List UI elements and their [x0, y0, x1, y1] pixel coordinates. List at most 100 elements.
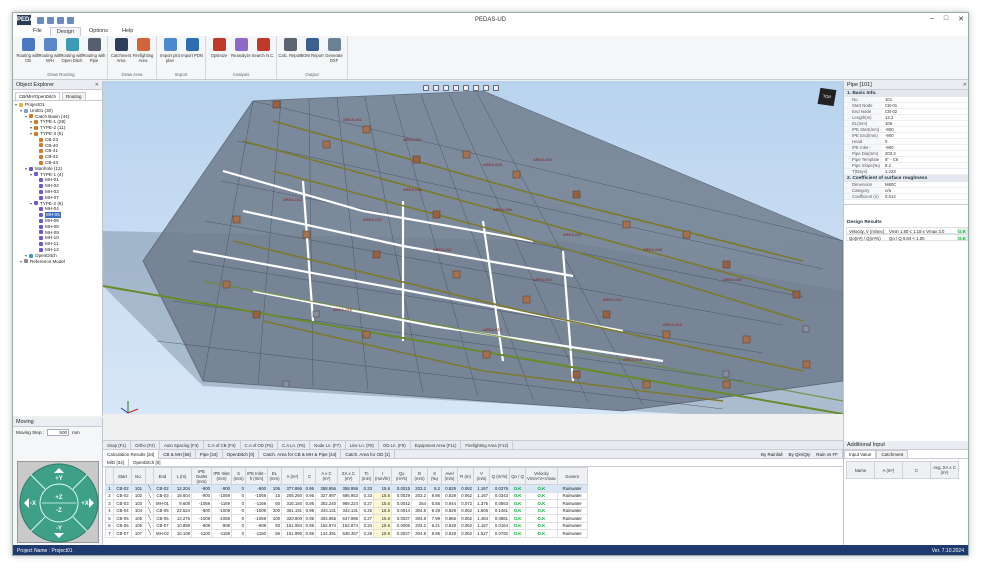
- results-tab[interactable]: Catch. Area for OD [1]: [341, 449, 395, 459]
- column-header[interactable]: S (mm): [231, 467, 246, 485]
- catch-basin[interactable]: [802, 360, 811, 369]
- table-row[interactable]: 5 CB-05 105 ╲ CB-06 13.276 -1009 -1059 0 -1059 100…: [105, 514, 588, 523]
- column-header[interactable]: V (m/s): [473, 467, 491, 485]
- move-zup-button[interactable]: +Z: [55, 495, 63, 501]
- column-header[interactable]: IPE Outlet (mm): [191, 467, 212, 485]
- column-header[interactable]: Avg. ΣA x C (m²): [930, 461, 959, 479]
- generate-dxf-button[interactable]: Generate DXF: [323, 36, 345, 71]
- close-icon[interactable]: ✕: [958, 15, 964, 23]
- column-header[interactable]: Govern: [556, 467, 588, 485]
- zoom-icon[interactable]: [423, 85, 429, 91]
- results-tab[interactable]: Pipe [34]: [196, 449, 223, 459]
- catch-basin[interactable]: [452, 270, 461, 279]
- menu-tab-help[interactable]: Help: [116, 27, 139, 36]
- 3d-scene[interactable]: AREA-001 AREA-002 AREA-003 AREA-004 AREA-005…: [103, 81, 843, 414]
- column-header[interactable]: R (m): [457, 467, 475, 485]
- table-row[interactable]: 1 CB-02 101 ╲ CB-02 12.204 -900 -900 0 -900 106 377…: [105, 484, 588, 493]
- column-header[interactable]: IPE Inlet - h (mm): [245, 467, 268, 485]
- property-value[interactable]: CB-02: [882, 109, 968, 114]
- reanalyze-button[interactable]: Reanalyze: [230, 36, 252, 71]
- table-row[interactable]: 3 CB-03 103 ╲ MH-01 9.608 -1059 -1169 0 -1169 50 31…: [105, 499, 588, 508]
- catch-basin[interactable]: [722, 260, 731, 269]
- catch-basin[interactable]: [362, 330, 371, 339]
- fit-icon[interactable]: [453, 85, 459, 91]
- column-header[interactable]: [145, 467, 154, 485]
- catch-basin[interactable]: [412, 155, 421, 164]
- view-toggle-tab[interactable]: Equipment Area (F11): [411, 441, 462, 449]
- column-header[interactable]: [105, 467, 114, 485]
- property-section-header[interactable]: 2. Coefficient of surface roughness: [844, 175, 968, 182]
- catch-basin[interactable]: [742, 335, 751, 344]
- pin-icon[interactable]: ✕: [95, 81, 99, 90]
- column-header[interactable]: No.: [131, 467, 146, 485]
- manhole[interactable]: [312, 310, 320, 318]
- moving-step-input[interactable]: 500: [47, 429, 70, 436]
- property-value[interactable]: 8" - C6: [882, 157, 968, 162]
- rotate-icon[interactable]: [443, 85, 449, 91]
- catch-basin[interactable]: [572, 190, 581, 199]
- catch-basin[interactable]: [522, 295, 531, 304]
- catch-basin[interactable]: [322, 140, 331, 149]
- save-icon[interactable]: [57, 16, 64, 24]
- view-iso-icon[interactable]: [473, 85, 479, 91]
- column-header[interactable]: End: [153, 467, 172, 485]
- routing-pipe-button[interactable]: Routing with Pipe: [82, 36, 106, 71]
- view-toggle-tab[interactable]: C.A of CB (F4): [204, 441, 241, 449]
- property-value[interactable]: CB-01: [882, 103, 968, 108]
- property-value[interactable]: n/a: [882, 188, 968, 193]
- catch-basin[interactable]: [572, 370, 581, 379]
- view-toggle-tab[interactable]: Firefighting Area (F12): [461, 441, 514, 449]
- catch-basin[interactable]: [462, 150, 471, 159]
- column-header[interactable]: C: [902, 461, 931, 479]
- manhole[interactable]: [802, 325, 810, 333]
- property-section-header[interactable]: 1. Basic Info.: [844, 90, 968, 97]
- catch-basin[interactable]: [482, 350, 491, 359]
- catch-basin[interactable]: [362, 125, 371, 134]
- property-value[interactable]: 1.223: [882, 169, 968, 174]
- move-left-button[interactable]: -X: [30, 501, 36, 507]
- property-value[interactable]: 203.2: [882, 151, 968, 156]
- column-header[interactable]: Q (m³/s): [489, 467, 511, 485]
- view-toggle-tab[interactable]: Line Ln. (F8): [346, 441, 379, 449]
- column-header[interactable]: L (m): [171, 467, 192, 485]
- view-toggle-tab[interactable]: Snap (F1): [103, 441, 132, 449]
- catch-basin[interactable]: [602, 310, 611, 319]
- table-row[interactable]: 4 CB-04 104 ╲ CB-05 22.524 -800 -1009 0 -1009 200 3…: [105, 506, 588, 515]
- additional-input-tab[interactable]: Input Value: [844, 450, 877, 458]
- results-tab[interactable]: CB & MH [56]: [159, 449, 196, 459]
- routing-cb-button[interactable]: Routing with CB: [16, 36, 40, 71]
- manhole[interactable]: [722, 370, 730, 378]
- catch-basin[interactable]: [302, 230, 311, 239]
- property-value[interactable]: 106: [882, 121, 968, 126]
- menu-tab-options[interactable]: Options: [83, 27, 114, 36]
- column-header[interactable]: A (m²): [281, 467, 304, 485]
- results-tab[interactable]: OpenDitch [0]: [223, 449, 260, 459]
- column-header[interactable]: ΣA x C (m²): [337, 467, 360, 485]
- property-value[interactable]: M60C: [882, 182, 968, 187]
- settings-icon[interactable]: [493, 85, 499, 91]
- move-up-button[interactable]: +Y: [55, 476, 63, 482]
- calc-report-button[interactable]: Calc. Report: [278, 36, 302, 71]
- firefighting-button[interactable]: Firefighting Area: [132, 36, 154, 71]
- catch-basin[interactable]: [432, 210, 441, 219]
- column-header[interactable]: S (‰): [427, 467, 443, 485]
- import-plot-button[interactable]: Import plot plan: [159, 36, 181, 71]
- view-toggle-tab[interactable]: Auto Spacing (F3): [160, 441, 204, 449]
- routing-ditch-button[interactable]: Routing with Open Ditch: [60, 36, 84, 71]
- catch-basin[interactable]: [372, 250, 381, 259]
- 3d-viewport[interactable]: AREA-001 AREA-002 AREA-003 AREA-004 AREA-005…: [103, 81, 843, 414]
- move-down-button[interactable]: -Y: [56, 526, 62, 532]
- move-right-button[interactable]: +X: [81, 501, 89, 507]
- column-header[interactable]: A x C (m²): [315, 467, 338, 485]
- column-header[interactable]: EL (mm): [267, 467, 282, 485]
- pan-icon[interactable]: [433, 85, 439, 91]
- catchment-button[interactable]: Catchment Area: [110, 36, 132, 71]
- manhole[interactable]: [282, 380, 290, 388]
- property-row[interactable]: Coefficient (n) 0.012: [844, 194, 968, 200]
- property-value[interactable]: -900: [882, 133, 968, 138]
- catch-basin[interactable]: [272, 100, 281, 109]
- camera-icon[interactable]: [483, 85, 489, 91]
- result-option-radio[interactable]: Rain vs FF: [816, 450, 838, 459]
- result-option-radio[interactable]: By Rainfall: [761, 450, 783, 459]
- property-value[interactable]: 0: [882, 139, 968, 144]
